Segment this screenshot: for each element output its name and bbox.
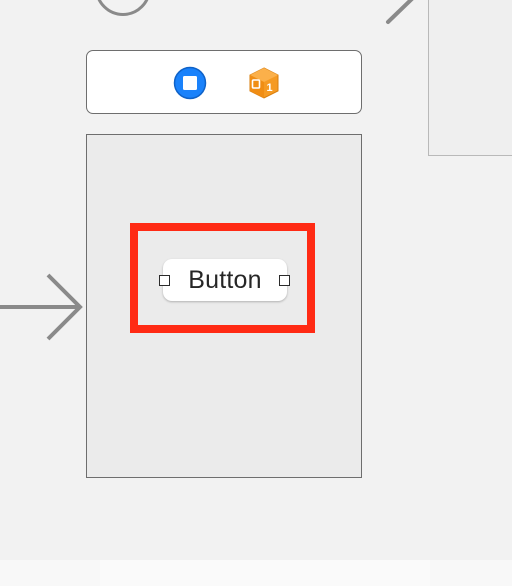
resize-handle-left[interactable] bbox=[159, 275, 170, 286]
exit-icon[interactable] bbox=[95, 0, 151, 16]
scene-dock[interactable]: 1 bbox=[86, 50, 362, 114]
adjacent-scene[interactable] bbox=[428, 0, 512, 156]
storyboard-canvas[interactable]: 1 Button bbox=[0, 0, 512, 560]
entry-point-arrow[interactable] bbox=[0, 268, 90, 348]
first-responder-icon[interactable]: 1 bbox=[247, 66, 281, 100]
segue-line bbox=[386, 0, 414, 24]
button[interactable]: Button bbox=[163, 259, 287, 301]
canvas-bottom-bar bbox=[0, 560, 512, 586]
first-responder-badge: 1 bbox=[266, 82, 272, 94]
button-label: Button bbox=[188, 265, 262, 294]
resize-handle-right[interactable] bbox=[279, 275, 290, 286]
view-controller-icon[interactable] bbox=[173, 66, 207, 100]
